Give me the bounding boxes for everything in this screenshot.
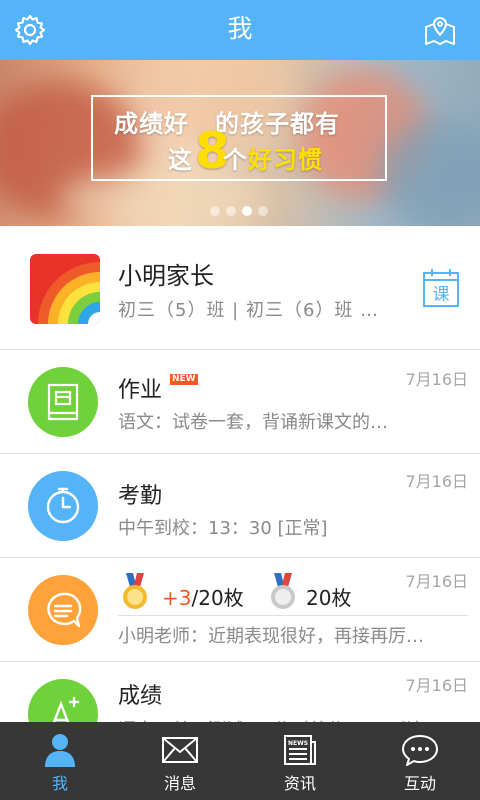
profile-classes: 初三（5）班 | 初三（6）班 … (118, 300, 380, 321)
attendance-badge (28, 471, 98, 541)
tab-interaction[interactable]: 互动 (360, 722, 480, 800)
banner-pager[interactable] (210, 206, 268, 216)
gold-medal-count: +3/20枚 (162, 586, 244, 610)
news-icon: NEWS (284, 735, 316, 765)
avatar[interactable] (30, 254, 100, 324)
svg-text:NEWS: NEWS (288, 740, 308, 747)
list-item-attendance[interactable]: 考勤 中午到校：13：30 [正常] 7月16日 (0, 454, 480, 558)
clock-icon (46, 487, 80, 524)
item-date: 7月16日 (405, 472, 468, 491)
list-item-homework[interactable]: 作业 NEW 语文：试卷一套，背诵新课文的… 7月16日 (0, 350, 480, 454)
bottom-tab-bar: 我 消息 NEWS 资讯 互动 (0, 722, 480, 800)
pager-dot[interactable] (210, 206, 220, 216)
homework-badge (28, 367, 98, 437)
chat-dots-icon (402, 735, 438, 766)
tab-label: 消息 (163, 774, 196, 793)
rainbow-icon (30, 254, 100, 324)
item-subtitle: 中午到校：13：30 [正常] (118, 518, 328, 539)
person-icon (45, 734, 75, 767)
chat-bubble-icon (47, 592, 82, 628)
item-subtitle: 小明老师：近期表现很好，再接再厉… (118, 626, 424, 647)
envelope-icon (162, 737, 198, 763)
top-bar: 我 (0, 0, 480, 60)
item-subtitle: 语文：试卷一套，背诵新课文的… (118, 412, 388, 433)
item-date: 7月16日 (405, 370, 468, 389)
item-date: 7月16日 (405, 572, 468, 591)
calendar-course-icon: 课 (423, 269, 459, 307)
banner-headline-2: 这个好习惯 (168, 146, 323, 174)
item-title: 考勤 (118, 484, 163, 509)
item-title: 作业 (118, 378, 163, 403)
new-badge: NEW (170, 374, 198, 385)
tab-news[interactable]: NEWS 资讯 (240, 722, 360, 800)
tab-messages[interactable]: 消息 (120, 722, 240, 800)
tab-label: 我 (51, 774, 68, 793)
tab-me[interactable]: 我 (0, 722, 120, 800)
location-button[interactable] (420, 10, 460, 50)
tab-label: 互动 (403, 774, 436, 793)
map-location-icon (425, 17, 455, 45)
list-item-medals[interactable]: +3/20枚 20枚 小明老师：近期表现很好，再接再厉… 7月16日 (0, 558, 480, 662)
item-title: 成绩 (118, 684, 163, 709)
pager-dot[interactable] (226, 206, 236, 216)
profile-card[interactable]: 小明家长 初三（5）班 | 初三（6）班 … 课 (0, 226, 480, 350)
course-schedule-button[interactable]: 课 (422, 268, 460, 308)
pager-dot[interactable] (258, 206, 268, 216)
silver-medal-count: 20枚 (306, 586, 352, 610)
silver-medal-icon (271, 573, 295, 609)
book-icon (47, 383, 79, 421)
promo-banner[interactable]: 成绩好 的孩子都有 8 这个好习惯 (0, 60, 480, 226)
page-title: 我 (227, 14, 253, 43)
svg-text:课: 课 (433, 285, 450, 305)
comment-badge (28, 575, 98, 645)
item-date: 7月16日 (405, 676, 468, 695)
tab-label: 资讯 (283, 774, 316, 793)
pager-dot-active[interactable] (242, 206, 252, 216)
profile-name: 小明家长 (118, 262, 214, 290)
gold-medal-icon (123, 573, 147, 609)
